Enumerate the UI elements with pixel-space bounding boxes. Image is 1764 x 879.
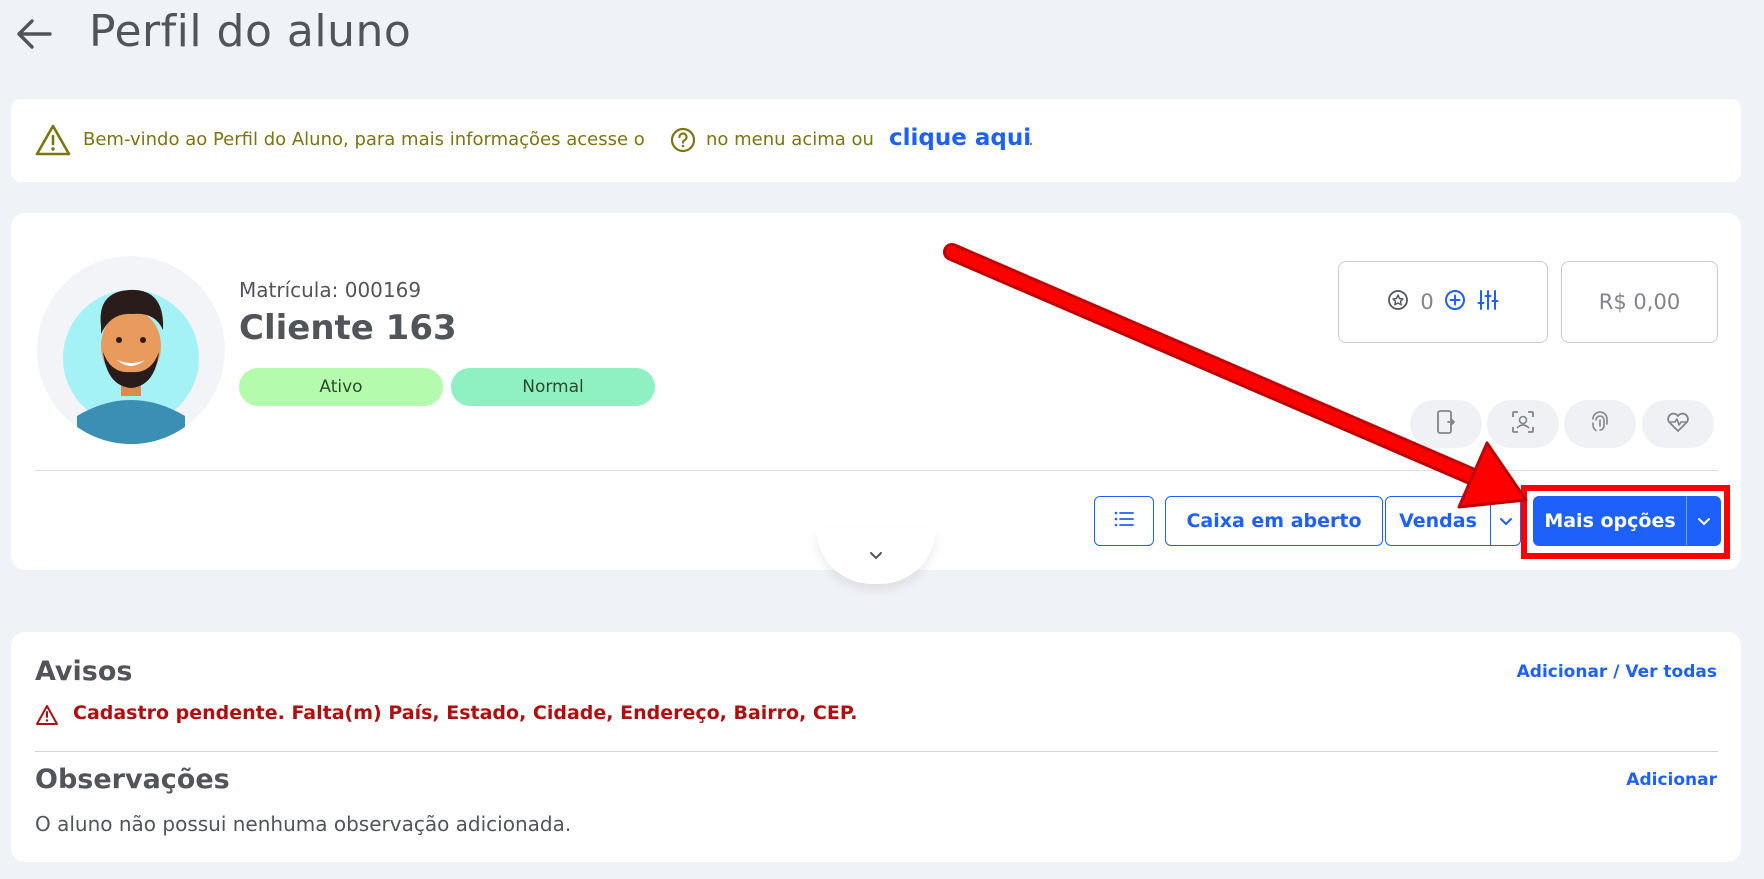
mais-opcoes-button[interactable]: Mais opções	[1533, 496, 1687, 546]
warning-icon	[34, 123, 72, 161]
adjust-points-icon[interactable]	[1476, 288, 1500, 316]
observacoes-title: Observações	[35, 764, 230, 795]
notices-card: Avisos Adicionar / Ver todas Cadastro pe…	[11, 632, 1741, 862]
observacoes-empty: O aluno não possui nenhuma observação ad…	[35, 812, 572, 836]
status-badge-normal: Normal	[451, 368, 655, 406]
list-view-button[interactable]	[1094, 496, 1154, 546]
device-export-icon	[1434, 409, 1458, 439]
avisos-warning: Cadastro pendente. Falta(m) País, Estado…	[73, 702, 858, 724]
section-divider	[35, 751, 1718, 752]
vendas-dropdown-button[interactable]	[1490, 496, 1521, 546]
page-title: Perfil do aluno	[89, 6, 412, 57]
page-header: Perfil do aluno	[0, 0, 1764, 80]
help-icon	[670, 127, 696, 157]
student-name: Cliente 163	[239, 308, 457, 348]
heart-pulse-icon	[1665, 410, 1691, 438]
add-points-icon[interactable]	[1444, 289, 1466, 315]
points-value: 0	[1420, 290, 1434, 314]
banner-text: Bem-vindo ao Perfil do Aluno, para mais …	[83, 129, 645, 150]
vendas-button[interactable]: Vendas	[1385, 496, 1491, 546]
list-icon	[1113, 510, 1135, 533]
chevron-down-icon	[1697, 510, 1711, 532]
points-star-icon	[1386, 288, 1410, 316]
avatar	[37, 256, 225, 444]
back-arrow-icon[interactable]	[14, 14, 54, 54]
caixa-em-aberto-button[interactable]: Caixa em aberto	[1165, 496, 1383, 546]
matricula-label: Matrícula: 000169	[239, 278, 422, 302]
banner-text-2: no menu acima ou	[706, 129, 874, 150]
card-divider	[35, 470, 1718, 471]
expand-card-toggle[interactable]	[816, 528, 936, 584]
status-badge-ativo: Ativo	[239, 368, 443, 406]
alert-triangle-icon	[35, 704, 59, 730]
health-button[interactable]	[1642, 400, 1714, 448]
fingerprint-button[interactable]	[1564, 400, 1636, 448]
device-export-button[interactable]	[1410, 400, 1482, 448]
face-scan-icon	[1510, 409, 1536, 439]
face-scan-button[interactable]	[1487, 400, 1559, 448]
avisos-link[interactable]: Adicionar / Ver todas	[1517, 662, 1717, 682]
mais-opcoes-dropdown-button[interactable]	[1686, 496, 1721, 546]
banner-period: .	[1028, 129, 1034, 150]
balance-box: R$ 0,00	[1561, 261, 1718, 343]
banner-link[interactable]: clique aqui	[889, 125, 1031, 151]
points-box: 0	[1338, 261, 1548, 343]
chevron-down-icon	[1499, 510, 1513, 532]
welcome-banner: Bem-vindo ao Perfil do Aluno, para mais …	[11, 99, 1741, 182]
chevron-down-icon	[868, 547, 884, 566]
avisos-title: Avisos	[35, 656, 133, 687]
profile-card: Matrícula: 000169 Cliente 163 Ativo Norm…	[11, 213, 1741, 570]
balance-value: R$ 0,00	[1598, 290, 1681, 314]
observacoes-link[interactable]: Adicionar	[1626, 770, 1717, 790]
fingerprint-icon	[1588, 409, 1612, 439]
